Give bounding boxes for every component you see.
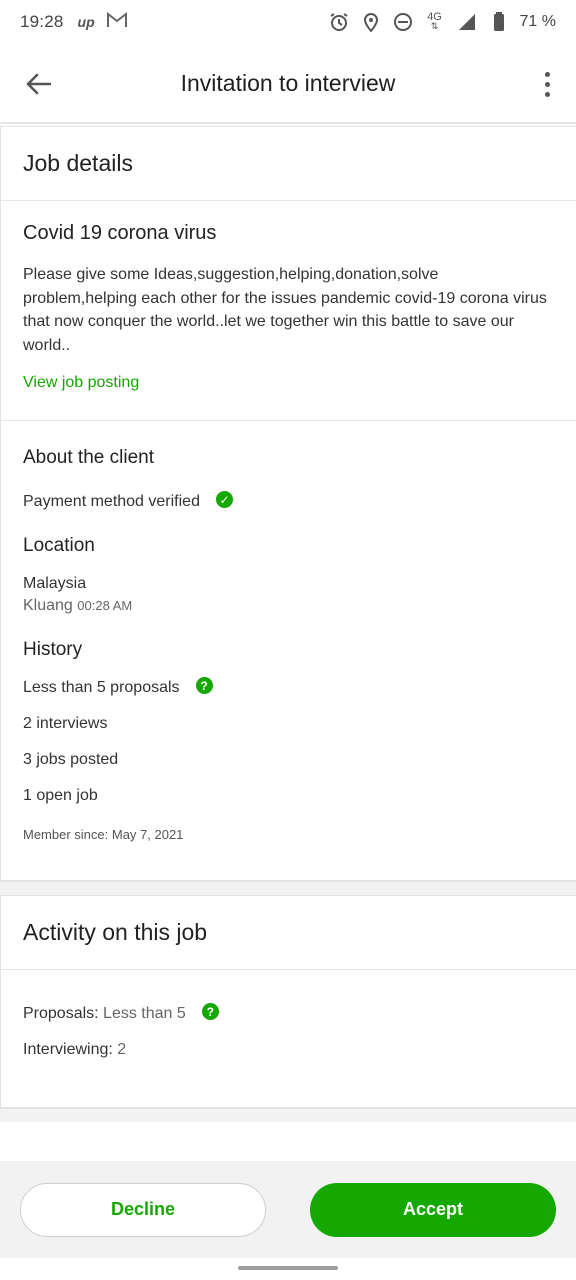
action-bar: Decline Accept xyxy=(0,1161,576,1258)
signal-icon xyxy=(456,11,478,33)
page-title: Invitation to interview xyxy=(180,69,396,96)
proposals-value: Less than 5 xyxy=(103,1005,186,1022)
help-icon[interactable]: ? xyxy=(195,677,213,695)
interviews-count-text: 2 interviews xyxy=(23,715,108,732)
do-not-disturb-icon xyxy=(392,11,414,33)
battery-icon xyxy=(488,11,510,33)
status-time: 19:28 xyxy=(20,12,64,31)
section-divider xyxy=(0,1108,576,1122)
accept-button[interactable]: Accept xyxy=(310,1182,556,1237)
section-divider xyxy=(0,881,576,895)
help-icon[interactable]: ? xyxy=(201,1003,219,1021)
client-local-time: 00:28 AM xyxy=(77,598,133,613)
verified-check-icon: ✓ xyxy=(215,491,233,509)
history-heading: History xyxy=(23,639,83,660)
client-country: Malaysia xyxy=(23,575,87,592)
activity-heading: Activity on this job xyxy=(23,919,208,945)
gmail-notification-icon xyxy=(106,11,127,32)
jobs-posted-text: 3 jobs posted xyxy=(23,751,119,768)
status-bar: 19:28 up 4G ⇅ 71 % xyxy=(0,0,576,44)
more-options-icon[interactable] xyxy=(540,68,554,100)
view-job-posting-link[interactable]: View job posting xyxy=(23,374,139,420)
about-client-section: About the client Payment method verified… xyxy=(1,421,576,880)
job-description: Please give some Ideas,suggestion,helpin… xyxy=(23,266,547,354)
payment-verified-text: Payment method verified xyxy=(23,493,200,510)
location-heading: Location xyxy=(23,535,95,556)
alarm-icon xyxy=(328,11,350,33)
activity-card: Activity on this job Proposals: Less tha… xyxy=(0,895,576,1108)
decline-button[interactable]: Decline xyxy=(20,1182,266,1237)
interviewing-label: Interviewing: xyxy=(23,1041,113,1058)
network-4g-icon: 4G ⇅ xyxy=(427,11,442,31)
about-client-heading: About the client xyxy=(23,447,154,468)
app-bar: Invitation to interview xyxy=(0,44,576,124)
upwork-notification-icon: up xyxy=(77,14,95,30)
proposals-label: Proposals: xyxy=(23,1005,99,1022)
open-jobs-text: 1 open job xyxy=(23,787,98,804)
content: Job details Covid 19 corona virus Please… xyxy=(0,126,576,1122)
proposals-count-text: Less than 5 proposals xyxy=(23,679,180,696)
gesture-nav-bar[interactable] xyxy=(238,1266,338,1270)
member-since-text: Member since: May 7, 2021 xyxy=(23,827,184,842)
client-city: Kluang xyxy=(23,597,73,614)
job-details-card: Job details Covid 19 corona virus Please… xyxy=(0,126,576,881)
battery-percent: 71 % xyxy=(519,13,556,30)
back-arrow-icon[interactable] xyxy=(22,68,54,100)
location-icon xyxy=(360,11,382,33)
interviewing-value: 2 xyxy=(117,1041,127,1058)
job-details-heading: Job details xyxy=(23,150,133,176)
job-title: Covid 19 corona virus xyxy=(23,222,217,244)
